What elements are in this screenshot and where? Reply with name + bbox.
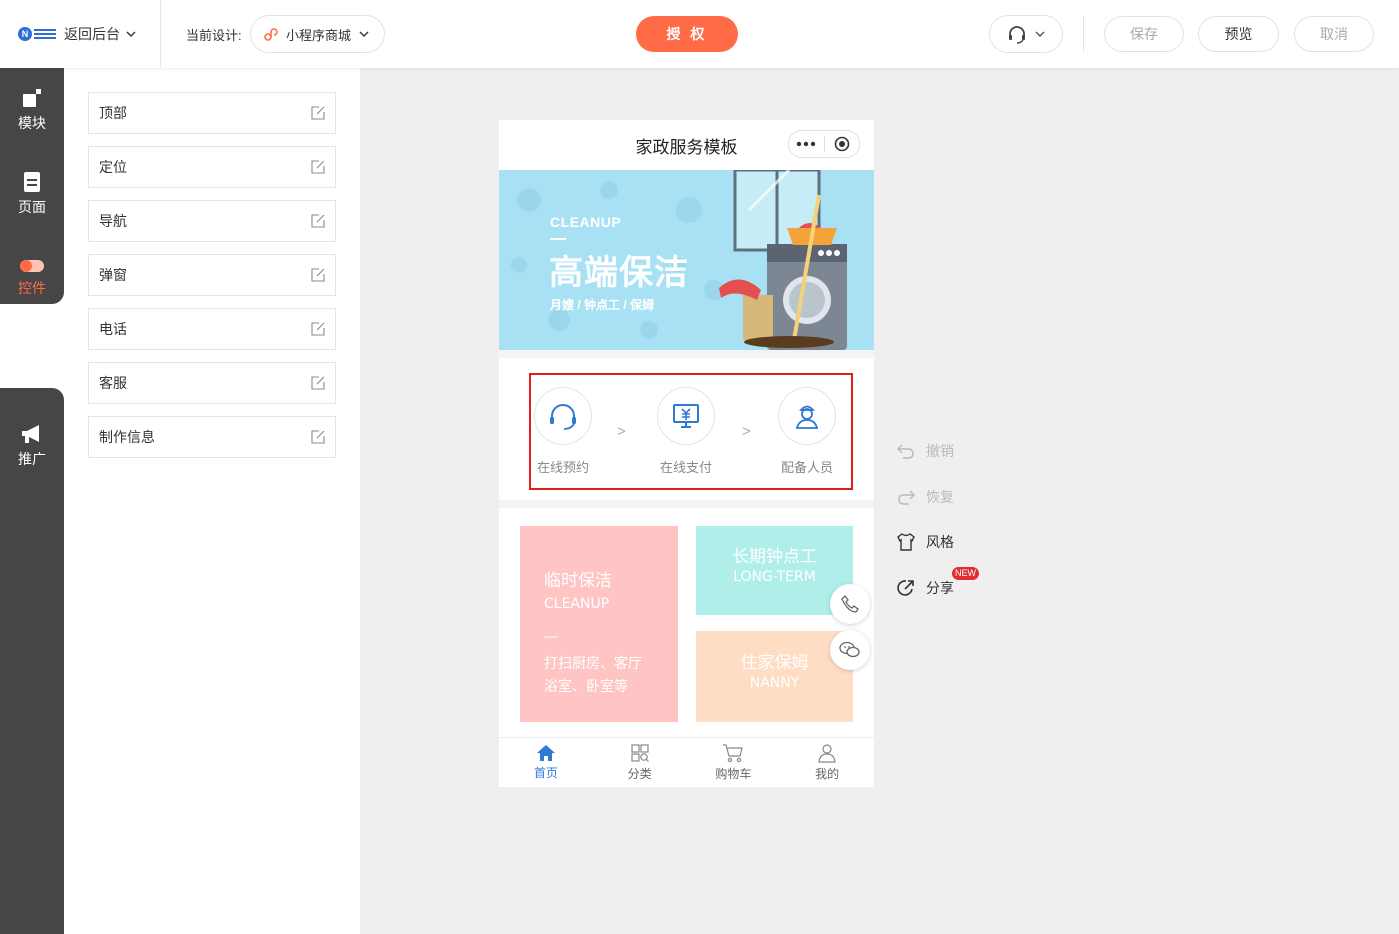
banner-heading: 高端保洁 (549, 254, 689, 292)
staff-icon (795, 405, 819, 429)
widget-panel: 顶部 定位 导航 弹窗 电话 客服 制作信息 (64, 68, 360, 934)
chevron-down-icon (1035, 31, 1045, 37)
float-wechat-button[interactable] (830, 630, 870, 670)
save-button[interactable]: 保存 (1104, 16, 1184, 52)
template-icon (22, 340, 42, 360)
back-to-admin-dropdown[interactable]: 返回后台 (64, 24, 136, 44)
divider (1083, 16, 1084, 52)
nav-item-promotion[interactable]: 推广 (0, 404, 64, 488)
cart-icon (723, 744, 744, 763)
selected-module-outline[interactable]: 在线预约 > 在线支付 > 配备人员 (529, 373, 853, 490)
new-badge: NEW (952, 567, 979, 580)
share-icon (897, 580, 914, 596)
widget-item-phone[interactable]: 电话 (88, 308, 336, 350)
widget-item-customer-service[interactable]: 客服 (88, 362, 336, 404)
phone-preview: 家政服务模板 CLEANUP 高端保洁 月嫂 / 钟点工 / 保姆 在线预约 >… (499, 120, 874, 787)
page-icon (24, 172, 40, 192)
service-cards: 临时保洁 CLEANUP — 打扫厨房、客厅 浴室、卧室等 长期钟点工 LONG… (499, 508, 874, 737)
authorize-button[interactable]: 授 权 (636, 16, 738, 52)
headset-icon (1009, 26, 1025, 44)
tab-category[interactable]: 分类 (593, 738, 687, 787)
wechat-icon (839, 641, 860, 658)
preview-button[interactable]: 预览 (1198, 16, 1279, 52)
step-arrow: > (742, 423, 751, 440)
chevron-down-icon (126, 31, 136, 37)
phone-title: 家政服务模板 (635, 137, 738, 157)
edit-icon[interactable] (311, 268, 325, 282)
undo-icon (896, 444, 914, 459)
nav-item-module[interactable]: 模块 (0, 68, 64, 152)
card-live-in-nanny[interactable]: 住家保姆 NANNY (696, 631, 853, 722)
edit-icon[interactable] (311, 160, 325, 174)
share-button[interactable]: 分享 (896, 578, 954, 598)
widget-item-popup[interactable]: 弹窗 (88, 254, 336, 296)
widget-item-location[interactable]: 定位 (88, 146, 336, 188)
edit-icon[interactable] (311, 376, 325, 390)
more-icon[interactable] (789, 131, 824, 157)
megaphone-icon (22, 425, 39, 443)
mini-program-capsule[interactable] (788, 130, 860, 158)
edit-icon[interactable] (311, 430, 325, 444)
style-button[interactable]: 风格 (896, 532, 954, 552)
toggle-icon (20, 260, 44, 272)
tshirt-icon (897, 533, 915, 551)
phone-title-bar: 家政服务模板 (499, 120, 874, 170)
close-target-icon[interactable] (825, 131, 860, 157)
headset-icon (550, 404, 576, 430)
edit-icon[interactable] (311, 214, 325, 228)
tab-cart[interactable]: 购物车 (687, 738, 781, 787)
nav-item-widget[interactable]: 控件 (0, 236, 64, 320)
current-design-label: 当前设计: (186, 28, 242, 43)
tab-home[interactable]: 首页 (499, 738, 593, 787)
card-temporary-cleaning[interactable]: 临时保洁 CLEANUP — 打扫厨房、客厅 浴室、卧室等 (520, 526, 678, 722)
current-design-value: 小程序商城 (286, 27, 352, 43)
customer-support-dropdown[interactable] (989, 15, 1063, 53)
payment-icon (673, 404, 699, 428)
current-design-select[interactable]: 小程序商城 (250, 15, 385, 53)
divider (160, 0, 161, 68)
phone-tab-bar: 首页 分类 购物车 我的 (499, 737, 874, 787)
banner-image[interactable]: CLEANUP 高端保洁 月嫂 / 钟点工 / 保姆 (499, 170, 874, 350)
top-bar: N 返回后台 当前设计: 小程序商城 授 权 保存 预览 取消 (0, 0, 1399, 68)
redo-icon (898, 490, 916, 505)
chevron-down-icon (359, 31, 369, 37)
widget-item-navigation[interactable]: 导航 (88, 200, 336, 242)
float-phone-button[interactable] (830, 584, 870, 624)
banner-subheading: 月嫂 / 钟点工 / 保姆 (550, 298, 655, 312)
category-icon (631, 744, 649, 762)
banner-divider (550, 238, 566, 240)
user-icon (818, 744, 836, 763)
step-arrow: > (617, 423, 626, 440)
home-icon (536, 745, 555, 761)
edit-icon[interactable] (311, 106, 325, 120)
redo-button[interactable]: 恢复 (896, 487, 954, 507)
brand-logo: N (18, 24, 56, 44)
left-nav: 模块 页面 控件 模板 推广 (0, 68, 64, 934)
banner-eyebrow: CLEANUP (550, 214, 622, 230)
step-online-booking[interactable]: 在线预约 (523, 387, 603, 476)
undo-button[interactable]: 撤销 (896, 441, 954, 461)
nav-item-page[interactable]: 页面 (0, 152, 64, 236)
mini-program-icon (264, 28, 278, 41)
widget-item-top[interactable]: 顶部 (88, 92, 336, 134)
module-icon (23, 89, 41, 107)
step-staff-assigned[interactable]: 配备人员 (767, 387, 847, 476)
edit-icon[interactable] (311, 322, 325, 336)
widget-item-credits[interactable]: 制作信息 (88, 416, 336, 458)
service-steps: 在线预约 > 在线支付 > 配备人员 (499, 358, 874, 500)
phone-icon (841, 595, 859, 613)
back-label: 返回后台 (64, 26, 120, 42)
cancel-button[interactable]: 取消 (1294, 16, 1374, 52)
tab-mine[interactable]: 我的 (780, 738, 874, 787)
step-online-payment[interactable]: 在线支付 (646, 387, 726, 476)
